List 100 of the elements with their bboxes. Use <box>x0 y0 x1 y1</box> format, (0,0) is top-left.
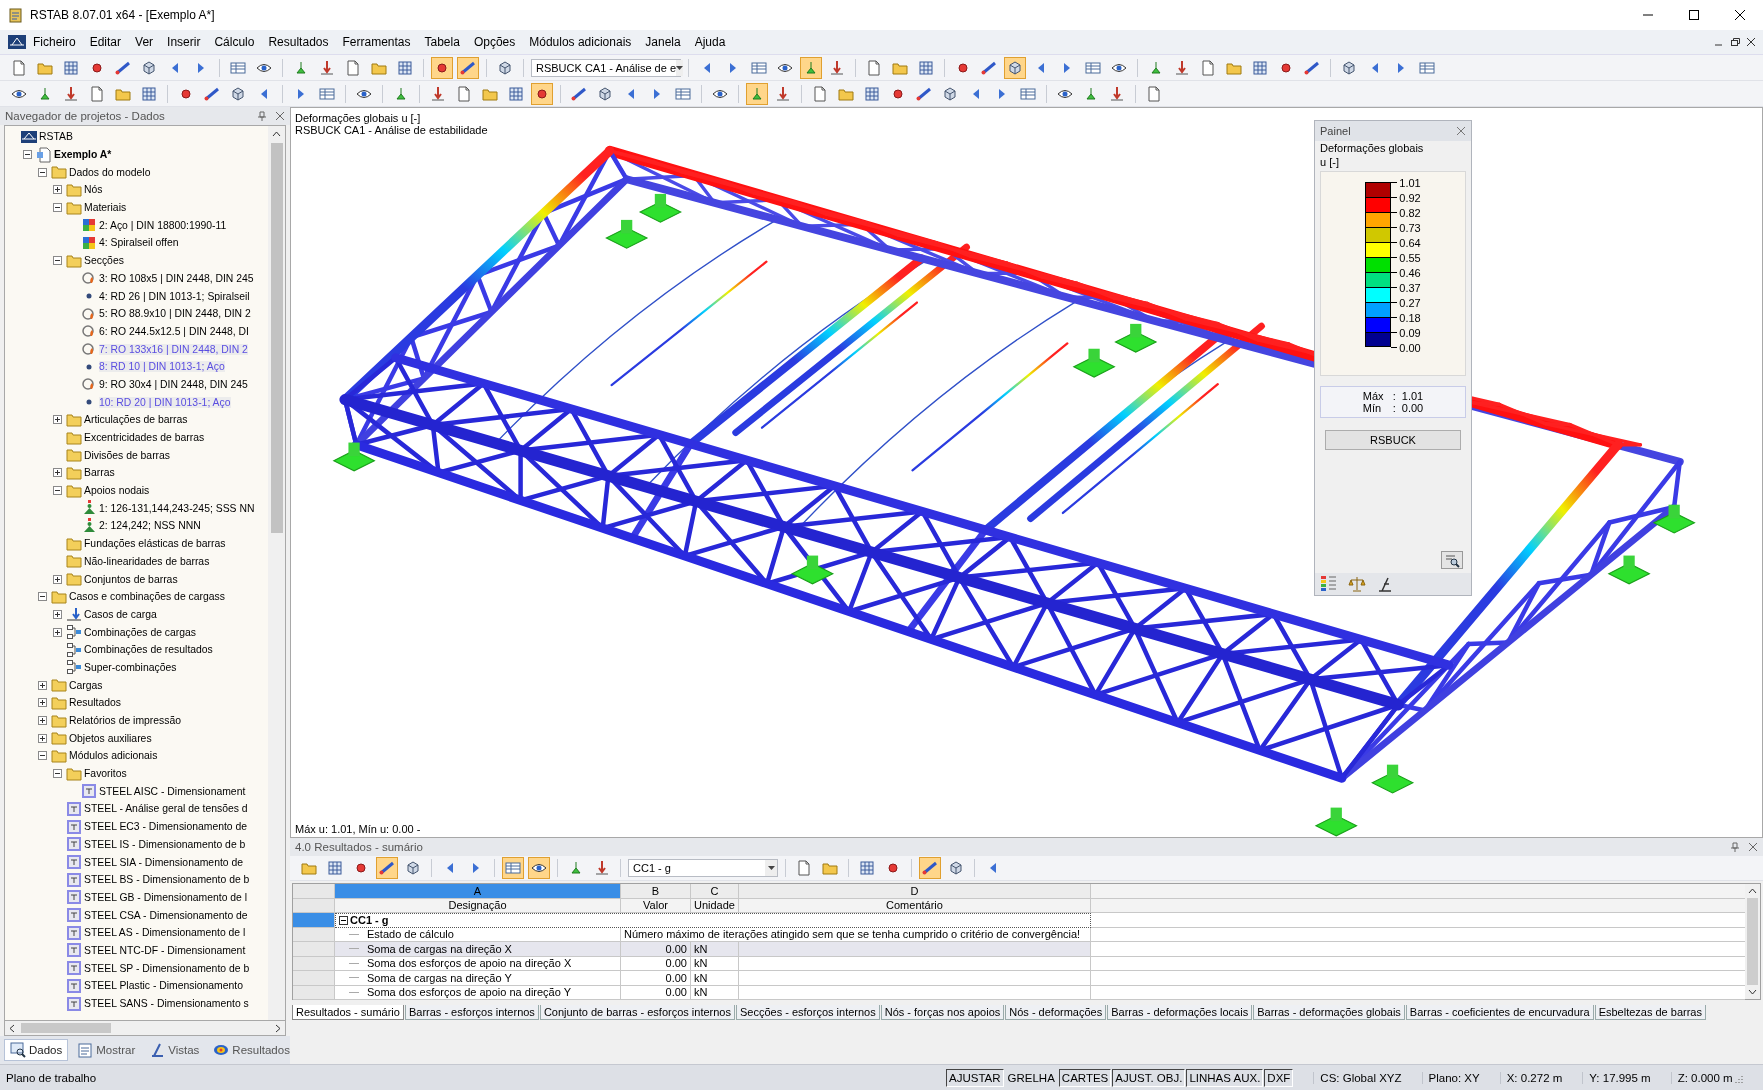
results-tab[interactable]: Esbeltezas de barras <box>1594 1005 1706 1020</box>
tree-item[interactable]: Módulos adicionais <box>69 750 158 762</box>
tree-item[interactable]: 9: RO 30x4 | DIN 2448, DIN 245 <box>99 378 248 390</box>
pin-icon[interactable] <box>257 111 267 121</box>
dropdown-field[interactable]: RSBUCK CA1 - Análise de e <box>531 58 681 77</box>
tree-item[interactable]: Relatórios de impressão <box>69 715 182 727</box>
results-tab[interactable]: Barras - esforços internos <box>404 1005 539 1020</box>
tree-item[interactable]: Secções <box>84 255 124 267</box>
menu-item[interactable]: Ver <box>128 35 161 49</box>
scroll-thumb[interactable] <box>270 143 283 533</box>
expand-icon[interactable] <box>38 680 47 690</box>
results-tab[interactable]: Nós - forças nos apoios <box>880 1005 1005 1020</box>
results-tab[interactable]: Nós - deformações <box>1005 1005 1107 1020</box>
menu-item[interactable]: Cálculo <box>207 35 262 49</box>
status-toggle-button[interactable]: CARTES <box>1058 1068 1112 1087</box>
expand-icon[interactable] <box>53 574 62 584</box>
scroll-right-icon[interactable] <box>275 1023 281 1033</box>
expand-icon[interactable] <box>38 698 47 708</box>
tree-item[interactable]: Combinações de cargas <box>84 626 197 638</box>
node-icon[interactable] <box>531 82 553 105</box>
tree-item[interactable]: 1: 126-131,144,243-245; SSS NN <box>99 502 255 514</box>
tree-item[interactable]: STEEL SIA - Dimensionamento de <box>84 856 243 868</box>
tree-item[interactable]: Favoritos <box>84 768 127 780</box>
collapse-icon[interactable] <box>339 915 348 925</box>
tree-item[interactable]: STEEL GB - Dimensionamento de l <box>84 891 248 903</box>
tree-item[interactable]: 5: RO 88.9x10 | DIN 2448, DIN 2 <box>99 308 251 320</box>
scroll-up-icon[interactable] <box>272 131 281 137</box>
color-scale-icon[interactable] <box>1320 575 1338 593</box>
eye-icon[interactable] <box>528 857 550 879</box>
results-tab[interactable]: Barras - deformações globais <box>1253 1005 1405 1020</box>
scroll-thumb[interactable] <box>21 1023 111 1033</box>
navigator-tab[interactable]: Vistas <box>144 1040 205 1060</box>
tree-item[interactable]: 8: RD 10 | DIN 1013-1; Aço <box>99 361 225 373</box>
collapse-icon[interactable] <box>53 256 62 266</box>
tree-item[interactable]: Casos de carga <box>84 608 157 620</box>
menu-item[interactable]: Resultados <box>261 35 336 49</box>
support-icon[interactable] <box>800 56 822 79</box>
tree-item[interactable]: 10: RD 20 | DIN 1013-1; Aço <box>99 396 231 408</box>
tree-item[interactable]: Nós <box>84 184 103 196</box>
expand-icon[interactable] <box>53 468 62 478</box>
collapse-icon[interactable] <box>38 592 47 602</box>
tree-item[interactable]: 2: Aço | DIN 18800:1990-11 <box>99 219 227 231</box>
support-icon[interactable] <box>746 82 768 105</box>
tree-item[interactable]: RSTAB <box>39 131 73 143</box>
collapse-icon[interactable] <box>23 150 32 160</box>
tree-item[interactable]: 4: RD 26 | DIN 1013-1; Spiralseil <box>99 290 250 302</box>
beam-icon[interactable] <box>919 857 941 879</box>
cube-icon[interactable] <box>1004 56 1026 79</box>
menu-item[interactable]: Ferramentas <box>335 35 418 49</box>
tree-item[interactable]: Exemplo A* <box>54 149 112 161</box>
tree-item[interactable]: Excentricidades de barras <box>84 432 205 444</box>
tree-item[interactable]: STEEL AISC - Dimensionament <box>99 785 246 797</box>
tree-item[interactable]: Articulações de barras <box>84 414 188 426</box>
table-icon[interactable] <box>502 857 524 879</box>
status-toggle-button[interactable]: DXF <box>1264 1068 1294 1087</box>
menu-item[interactable]: Ajuda <box>687 35 733 49</box>
tree-item[interactable]: Divisões de barras <box>84 449 171 461</box>
status-toggle-button[interactable]: AJUST. OBJ. <box>1112 1068 1186 1087</box>
menu-item[interactable]: Tabela <box>417 35 467 49</box>
collapse-icon[interactable] <box>53 486 62 496</box>
tree-item[interactable]: Barras <box>84 467 115 479</box>
pin-icon[interactable] <box>1730 842 1740 852</box>
tree-item[interactable]: Casos e combinações de cargass <box>69 591 225 603</box>
measure-icon[interactable] <box>1376 575 1394 593</box>
results-tab[interactable]: Barras - coeficientes de encurvadura <box>1405 1005 1594 1020</box>
expand-icon[interactable] <box>53 185 62 195</box>
menu-item[interactable]: Editar <box>82 35 129 49</box>
scroll-up-icon[interactable] <box>1748 888 1757 894</box>
tree-item[interactable]: Super-combinações <box>84 661 177 673</box>
tree-item[interactable]: STEEL CSA - Dimensionamento de <box>84 909 248 921</box>
menu-item[interactable]: Ficheiro <box>26 35 83 49</box>
status-toggle-button[interactable]: LINHAS AUX. <box>1186 1068 1264 1087</box>
tree-item[interactable]: Cargas <box>69 679 103 691</box>
results-tab[interactable]: Barras - deformações locais <box>1107 1005 1253 1020</box>
results-tab[interactable]: Secções - esforços internos <box>736 1005 880 1020</box>
collapse-icon[interactable] <box>38 167 47 177</box>
scroll-down-icon[interactable] <box>1748 989 1757 995</box>
expand-icon[interactable] <box>38 733 47 743</box>
node-icon[interactable] <box>431 56 453 79</box>
close-icon[interactable] <box>1745 36 1757 48</box>
tree-item[interactable]: 6: RO 244.5x12.5 | DIN 2448, DI <box>99 325 249 337</box>
tree-item[interactable]: 3: RO 108x5 | DIN 2448, DIN 245 <box>99 272 254 284</box>
navigator-tab[interactable]: Resultados <box>208 1040 295 1060</box>
tree-item[interactable]: STEEL SANS - Dimensionamento s <box>84 998 249 1010</box>
menu-item[interactable]: Opções <box>466 35 523 49</box>
beam-icon[interactable] <box>457 56 479 79</box>
status-toggle-button[interactable]: GRELHA <box>1004 1068 1058 1087</box>
tree-item[interactable]: Materiais <box>84 202 127 214</box>
tree-item[interactable]: Dados do modelo <box>69 166 151 178</box>
collapse-icon[interactable] <box>53 769 62 779</box>
collapse-icon[interactable] <box>38 751 47 761</box>
document-menu-icon[interactable] <box>8 35 26 49</box>
tree-item[interactable]: STEEL - Análise geral de tensões d <box>84 803 248 815</box>
tree-item[interactable]: Apoios nodais <box>84 485 150 497</box>
navigator-tab[interactable]: Dados <box>4 1039 69 1061</box>
tree-item[interactable]: Conjuntos de barras <box>84 573 178 585</box>
tree-item[interactable]: STEEL EC3 - Dimensionamento de <box>84 821 248 833</box>
expand-icon[interactable] <box>38 716 47 726</box>
tree-item[interactable]: STEEL Plastic - Dimensionamento <box>84 980 243 992</box>
tree-item[interactable]: STEEL SP - Dimensionamento de b <box>84 962 250 974</box>
